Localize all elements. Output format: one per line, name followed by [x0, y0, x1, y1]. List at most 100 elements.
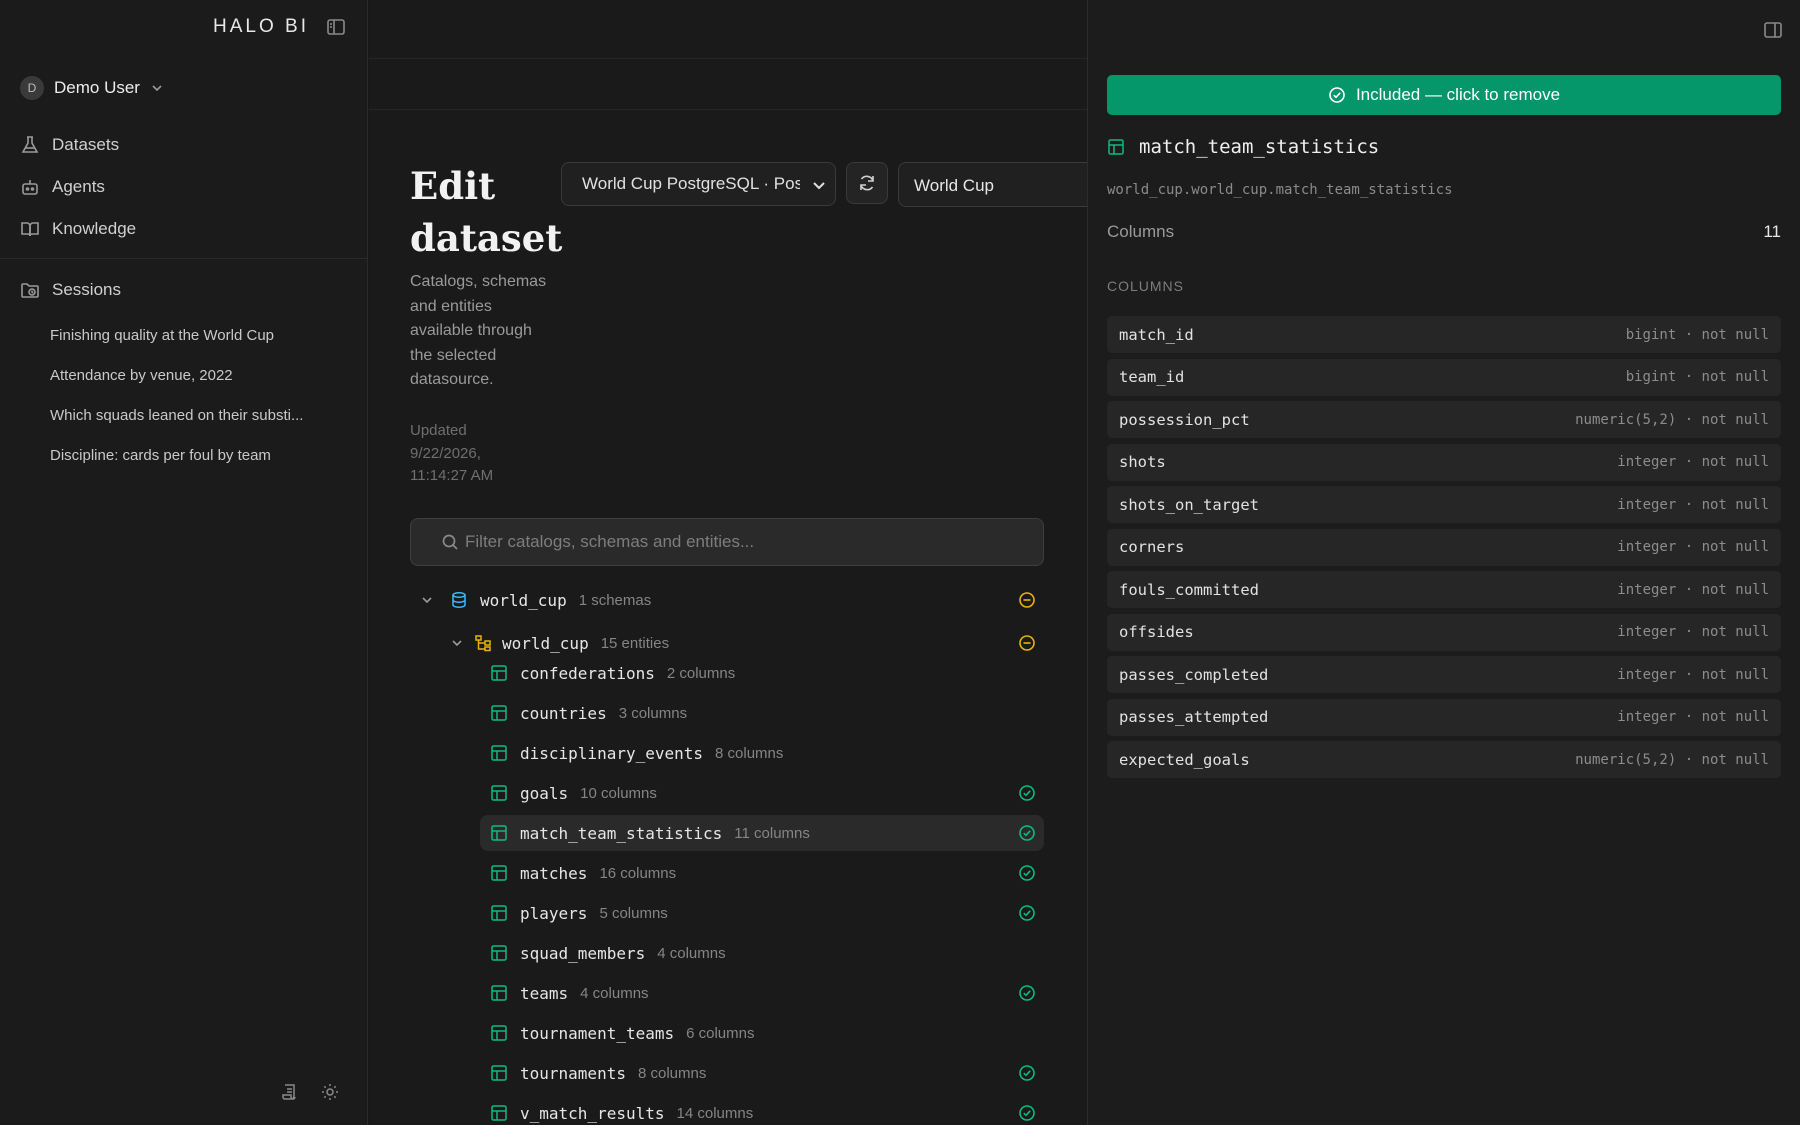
catalog-meta: 1 schemas: [578, 591, 652, 609]
top-bar: [369, 0, 1087, 59]
column-row: shots integer · not null: [1107, 443, 1781, 481]
sidebar-item-datasets[interactable]: Datasets: [20, 124, 367, 166]
sidebar-footer: [277, 1079, 343, 1105]
column-name: team_id: [1119, 368, 1185, 386]
page-title: Edit dataset: [410, 164, 563, 260]
entity-name: teams: [520, 983, 569, 1003]
sidebar-item-agents[interactable]: Agents: [20, 166, 367, 208]
columns-heading: COLUMNS: [1107, 278, 1185, 294]
entity-name: confederations: [520, 663, 655, 683]
sidebar-item-label: Knowledge: [52, 219, 137, 238]
entity-row[interactable]: tournament_teams 6 columns: [480, 1015, 1044, 1051]
check-circle-icon: [1019, 865, 1035, 881]
entity-row[interactable]: teams 4 columns: [480, 975, 1044, 1011]
flask-icon: [21, 136, 39, 153]
catalog-name: world_cup: [480, 590, 567, 610]
table-icon: [491, 905, 507, 921]
column-type: integer · not null: [1617, 539, 1769, 555]
main-content: Edit dataset Catalogs, schemas and entit…: [369, 0, 1098, 1125]
column-row: fouls_committed integer · not null: [1107, 571, 1781, 608]
entity-row[interactable]: disciplinary_events 8 columns: [480, 735, 1044, 771]
column-name: match_id: [1119, 325, 1194, 344]
filter-placeholder: Filter catalogs, schemas and entities...: [465, 532, 755, 551]
column-row: corners integer · not null: [1107, 528, 1781, 566]
panel-toggle-icon[interactable]: [1760, 17, 1786, 43]
filter-input[interactable]: Filter catalogs, schemas and entities...: [410, 518, 1044, 566]
sidebar-item-label: Agents: [52, 177, 105, 196]
refresh-button[interactable]: [846, 162, 888, 204]
partial-status-icon: [1019, 635, 1035, 651]
column-name: passes_completed: [1119, 665, 1269, 684]
check-circle-icon: [1019, 1105, 1035, 1121]
session-item[interactable]: Discipline: cards per foul by team: [50, 435, 327, 475]
entity-name: disciplinary_events: [520, 743, 704, 763]
column-row: team_id bigint · not null: [1107, 358, 1781, 396]
column-type: bigint · not null: [1625, 369, 1769, 385]
chevron-down-icon: [152, 85, 162, 92]
entity-meta: 2 columns: [666, 664, 736, 682]
changelog-icon[interactable]: [277, 1079, 303, 1105]
table-icon: [491, 865, 507, 881]
schema-name: world_cup: [502, 633, 589, 653]
column-row: passes_attempted integer · not null: [1107, 698, 1781, 736]
gear-icon[interactable]: [317, 1079, 343, 1105]
folder-clock-icon: [21, 283, 39, 298]
session-item[interactable]: Which squads leaned on their substi...: [50, 395, 327, 435]
check-circle-icon: [1019, 905, 1035, 921]
entity-row[interactable]: match_team_statistics 11 columns: [480, 815, 1044, 851]
table-icon: [491, 785, 507, 801]
sidebar-item-label: Datasets: [52, 135, 120, 154]
page-description: Catalogs, schemas and entities available…: [410, 273, 547, 388]
table-icon: [491, 1025, 507, 1041]
chevron-down-icon: [422, 597, 432, 604]
entity-name: v_match_results: [520, 1103, 665, 1123]
entity-name: squad_members: [520, 943, 646, 963]
column-type: integer · not null: [1617, 496, 1769, 513]
sessions-header[interactable]: Sessions: [20, 280, 121, 300]
session-item[interactable]: Finishing quality at the World Cup: [50, 315, 327, 355]
schema-tree-icon: [475, 635, 491, 652]
catalog-row[interactable]: world_cup 1 schemas: [410, 582, 1044, 618]
entity-name: countries: [520, 703, 607, 723]
entity-row[interactable]: v_match_results 14 columns: [480, 1095, 1044, 1125]
session-item[interactable]: Attendance by venue, 2022: [50, 355, 327, 395]
dataset-name-input[interactable]: World Cup: [898, 162, 1098, 207]
column-count-label: Columns: [1107, 222, 1175, 241]
entity-row[interactable]: tournaments 8 columns: [480, 1055, 1044, 1091]
entity-meta: 6 columns: [686, 1024, 755, 1042]
column-row: expected_goals numeric(5,2) · not null: [1107, 741, 1781, 778]
entity-row[interactable]: squad_members 4 columns: [480, 935, 1044, 971]
datasource-select[interactable]: World Cup PostgreSQL · Post: [561, 162, 836, 206]
book-icon: [21, 222, 39, 237]
entity-row[interactable]: goals 10 columns: [480, 775, 1044, 811]
entity-row[interactable]: countries 3 columns: [480, 695, 1044, 731]
column-row: shots_on_target integer · not null: [1107, 486, 1781, 523]
include-toggle-label: Included — click to remove: [1355, 85, 1561, 104]
table-icon: [491, 745, 507, 761]
column-name: fouls_committed: [1119, 580, 1259, 599]
sidebar-divider: [0, 258, 367, 259]
sessions-list: Finishing quality at the World Cup Atten…: [50, 315, 327, 475]
check-circle-icon: [1019, 985, 1035, 1001]
entity-row[interactable]: players 5 columns: [480, 895, 1044, 931]
entity-row[interactable]: matches 16 columns: [480, 855, 1044, 891]
sidebar-toggle-icon[interactable]: [323, 14, 349, 40]
user-menu[interactable]: D Demo User: [20, 76, 164, 100]
sidebar-nav: Datasets Agents Knowledge: [20, 124, 367, 250]
entity-name: match_team_statistics: [1139, 136, 1380, 158]
table-icon: [491, 705, 507, 721]
sidebar: HALO BI D Demo User Datasets Agents Know…: [0, 0, 368, 1125]
column-type: integer · not null: [1617, 709, 1769, 725]
entity-row[interactable]: confederations 2 columns: [480, 655, 1044, 691]
brand-logo: HALO BI: [213, 16, 309, 37]
column-name: offsides: [1119, 623, 1194, 641]
column-name: possession_pct: [1119, 410, 1250, 429]
column-type: integer · not null: [1617, 581, 1769, 598]
sidebar-item-knowledge[interactable]: Knowledge: [20, 208, 367, 250]
include-toggle-button[interactable]: Included — click to remove: [1107, 75, 1781, 115]
search-icon: [442, 534, 458, 550]
column-type: numeric(5,2) · not null: [1575, 751, 1769, 768]
entity-name: matches: [520, 863, 588, 883]
entity-meta: 4 columns: [580, 984, 649, 1002]
entity-meta: 5 columns: [599, 904, 668, 922]
